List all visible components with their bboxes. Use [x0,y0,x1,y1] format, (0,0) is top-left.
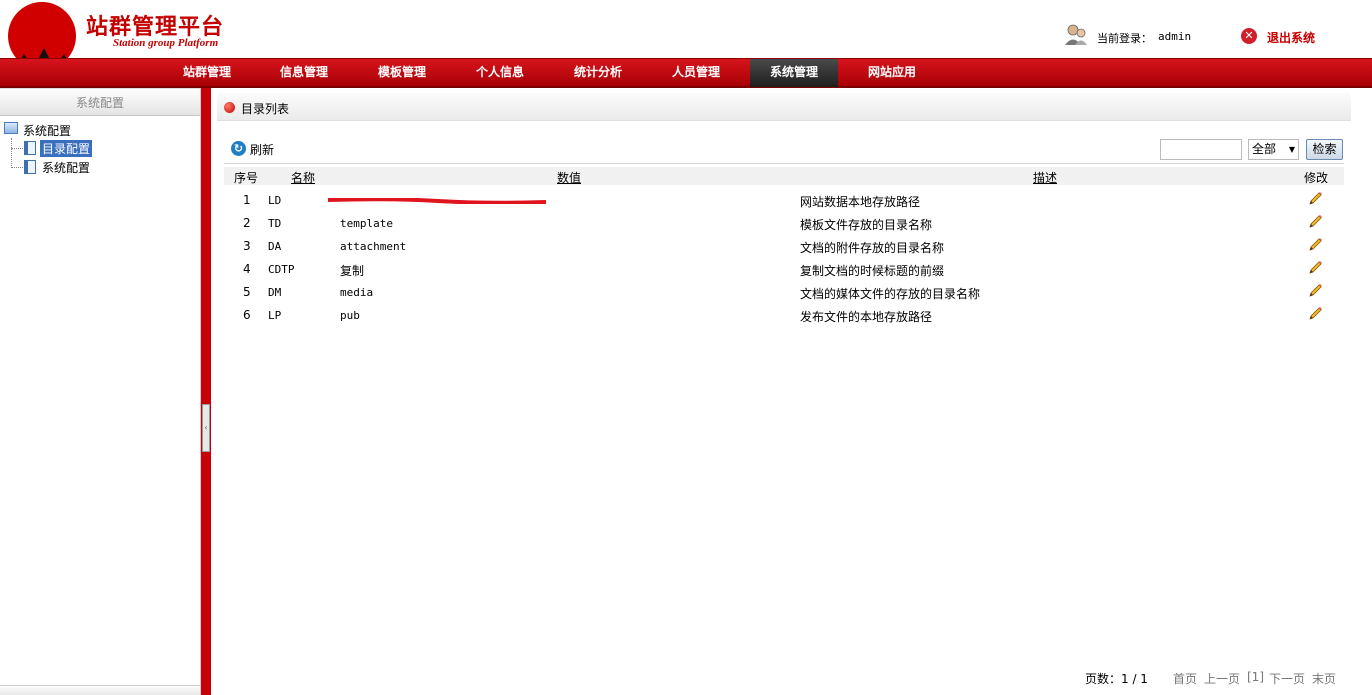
table-row: 4 CDTP 复制 复制文档的时候标题的前缀 [224,258,1344,281]
pencil-icon[interactable] [1307,214,1323,230]
app-header: 站群管理平台 Station group Platform 当前登录： admi… [0,0,1372,86]
row-value: template [340,217,393,230]
row-description: 复制文档的时候标题的前缀 [800,264,945,278]
row-name: LP [268,309,282,322]
document-icon [24,160,36,174]
row-description: 模板文件存放的目录名称 [800,218,933,232]
table-header: 序号 名称 数值 描述 修改 [224,167,1344,185]
pager-prev[interactable]: 上一页 [1204,670,1240,687]
row-number: 4 [243,262,251,276]
pencil-icon[interactable] [1307,191,1323,207]
nav-item-system[interactable]: 系统管理 [750,59,838,87]
main-nav: 站群管理 信息管理 模板管理 个人信息 统计分析 人员管理 系统管理 网站应用 [0,58,1372,88]
pencil-icon[interactable] [1307,306,1323,322]
column-header-name[interactable]: 名称 [291,169,315,186]
row-value: media [340,286,374,299]
row-value: pub [340,309,360,322]
panel-splitter[interactable] [201,88,211,695]
login-username: admin [1158,30,1192,43]
computer-icon [4,122,18,134]
scope-select-value: 全部 [1252,142,1277,156]
document-icon [24,141,36,155]
pencil-icon[interactable] [1307,237,1323,253]
refresh-icon[interactable]: ↻ [231,141,246,156]
user-icon [1065,24,1087,45]
nav-item-staff[interactable]: 人员管理 [652,59,740,87]
column-header-desc[interactable]: 描述 [1033,169,1057,186]
chevron-down-icon: ▼ [1288,145,1295,154]
row-value: 复制 [340,264,365,278]
page-count: 页数：1 / 1 [1085,672,1148,686]
pager-current[interactable]: [1] [1247,670,1264,684]
sidebar-footer-section[interactable] [0,685,200,695]
tree-connector [11,138,12,168]
pager-last[interactable]: 末页 [1312,670,1336,687]
search-input[interactable] [1160,139,1242,160]
row-name: CDTP [268,263,295,276]
table-row: 5 DM media 文档的媒体文件的存放的目录名称 [224,281,1344,304]
nav-item-template[interactable]: 模板管理 [358,59,446,87]
row-name: TD [268,217,282,230]
login-label: 当前登录： [1097,32,1152,45]
search-button[interactable]: 检索 [1306,139,1343,160]
tree-connector [11,167,23,168]
nav-item-statistics[interactable]: 统计分析 [554,59,642,87]
bullet-icon [224,102,235,113]
row-number: 3 [243,239,251,253]
pager-next[interactable]: 下一页 [1269,670,1305,687]
row-name: LD [268,194,282,207]
row-number: 2 [243,216,251,230]
nav-item-info[interactable]: 信息管理 [260,59,348,87]
collapse-sidebar-handle[interactable]: ‹ [202,404,210,452]
column-header-no: 序号 [234,171,259,185]
tree-item-label: 目录配置 [40,140,93,157]
row-name: DM [268,286,282,299]
pencil-icon[interactable] [1307,283,1323,299]
row-description: 文档的媒体文件的存放的目录名称 [800,287,981,301]
table-row: 6 LP pub 发布文件的本地存放路径 [224,304,1344,327]
row-description: 网站数据本地存放路径 [800,195,921,209]
nav-item-station[interactable]: 站群管理 [163,59,251,87]
nav-item-website-apps[interactable]: 网站应用 [848,59,936,87]
table-row: 2 TD template 模板文件存放的目录名称 [224,212,1344,235]
tree-root-label: 系统配置 [23,124,72,138]
row-name: DA [268,240,282,253]
column-header-edit: 修改 [1304,171,1329,185]
tree-item-label: 系统配置 [42,161,91,175]
nav-item-personal[interactable]: 个人信息 [456,59,544,87]
scope-select[interactable]: 全部 ▼ [1248,139,1299,160]
row-number: 5 [243,285,251,299]
panel-title: 目录列表 [241,102,290,116]
redaction-mark [328,198,546,204]
table-row: 3 DA attachment 文档的附件存放的目录名称 [224,235,1344,258]
logout-icon[interactable]: ✕ [1241,28,1257,44]
pager-first[interactable]: 首页 [1173,670,1197,687]
row-number: 1 [243,193,251,207]
sidebar: 系统配置 系统配置 目录配置 系统配置 [0,88,201,695]
row-value: attachment [340,240,407,253]
sidebar-title: 系统配置 [0,88,200,116]
brand-subtitle: Station group Platform [113,37,219,49]
panel-title-bar: 目录列表 [217,93,1351,121]
table-divider [224,163,1344,164]
tree-connector [11,148,23,149]
column-header-value[interactable]: 数值 [557,169,581,186]
row-description: 发布文件的本地存放路径 [800,310,933,324]
refresh-button[interactable]: 刷新 [250,141,274,158]
row-description: 文档的附件存放的目录名称 [800,241,945,255]
pencil-icon[interactable] [1307,260,1323,276]
row-number: 6 [243,308,251,322]
logout-link[interactable]: 退出系统 [1267,29,1315,46]
